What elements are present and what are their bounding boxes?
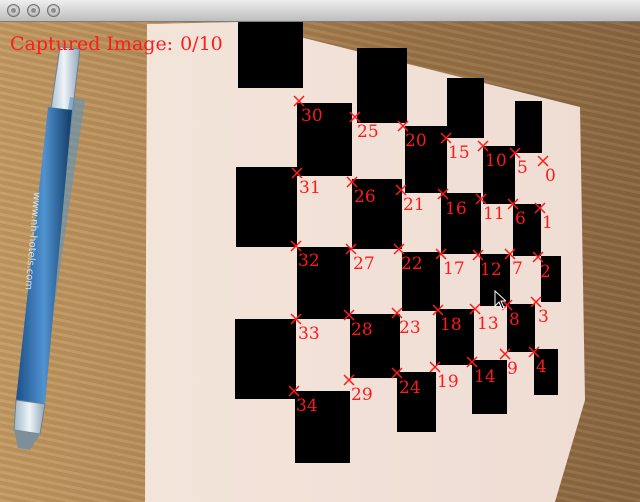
capture-status-label: Captured Image: [10,33,174,55]
corner-label: 29 [351,385,373,405]
corner-label: 13 [477,314,499,334]
corner-label: 7 [512,259,523,279]
pen: www.nh-hotels.com [13,46,85,450]
corner-label: 20 [405,131,427,151]
corner-label: 5 [517,158,528,178]
corner-label: 22 [401,254,423,274]
corner-label: 33 [298,324,320,344]
corner-label: 27 [353,254,375,274]
corner-label: 2 [540,262,551,282]
corner-label: 10 [485,151,507,171]
corner-label: 14 [474,367,496,387]
corner-label: 31 [299,178,321,198]
corner-label: 34 [296,396,318,416]
zoom-button[interactable] [47,4,60,17]
minimize-button[interactable] [27,4,40,17]
corner-label: 32 [298,251,320,271]
corner-label: 28 [351,320,373,340]
corner-label: 25 [357,122,379,142]
capture-counter: 0/10 [180,33,223,55]
corner-label: 15 [448,143,470,163]
corner-label: 17 [443,259,465,279]
corner-label: 18 [440,315,462,335]
corner-label: 6 [515,209,526,229]
corner-label: 23 [399,318,421,338]
app-window: www.nh-hotels.com 0 1 2 3 4 5 6 7 8 9 10… [0,0,640,502]
camera-viewport: www.nh-hotels.com 0 1 2 3 4 5 6 7 8 9 10… [0,22,640,502]
corner-label: 8 [509,310,520,330]
corner-label: 30 [301,106,323,126]
corner-label: 3 [538,307,549,327]
camera-frame: www.nh-hotels.com 0123456789101112131415… [13,22,585,502]
corner-label: 11 [483,204,505,224]
corner-label: 21 [403,195,425,215]
corner-label: 4 [536,357,547,377]
mouse-cursor-icon [494,290,506,310]
title-bar [0,0,640,22]
corner-label: 26 [354,187,376,207]
corner-label: 16 [445,199,467,219]
corner-label: 0 [545,166,556,186]
close-button[interactable] [7,4,20,17]
corner-label: 1 [542,213,553,233]
capture-status: Captured Image: 0/10 [10,33,223,55]
corner-label: 12 [480,260,502,280]
corner-label: 24 [399,378,421,398]
corner-label: 9 [507,359,518,379]
corner-label: 19 [437,372,459,392]
